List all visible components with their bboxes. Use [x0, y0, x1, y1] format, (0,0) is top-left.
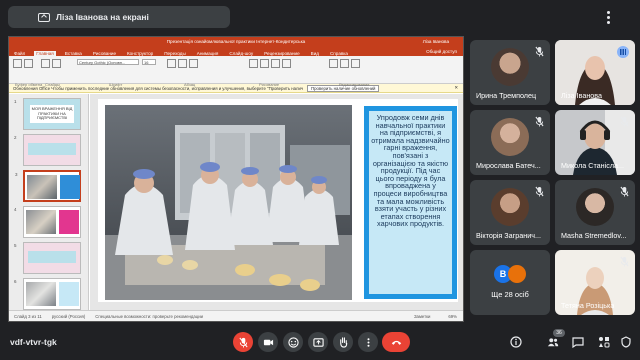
- participant-name: Вікторія Загранич...: [476, 231, 541, 240]
- font-size-field[interactable]: 16: [142, 59, 156, 65]
- participant-tile[interactable]: Мирослава Батеч...: [470, 110, 550, 175]
- ribbon-tabs: Файл Главная Вставка Рисование Конструктор Пе…: [9, 48, 463, 56]
- window-title: Презентація ознайомлювальної практики Ін…: [166, 39, 306, 44]
- avatar: [491, 188, 529, 226]
- new-slide-button[interactable]: [41, 59, 63, 68]
- camera-icon: [263, 339, 273, 345]
- more-vert-icon: [366, 337, 370, 347]
- slide-thumb-4[interactable]: 4: [14, 206, 81, 238]
- participant-tile-active-speaker[interactable]: Ліза Іванова: [555, 40, 635, 105]
- slide-counter: Слайд 3 из 11: [14, 313, 42, 319]
- slide-thumb-1[interactable]: 1 МОЯ ВРАЖЕННЯ ВІД ПРАКТИКИ НА ПІДПРИЄМС…: [14, 98, 81, 130]
- present-screen-button[interactable]: [308, 332, 328, 352]
- mic-off-icon: [535, 116, 544, 127]
- powerpoint-titlebar: Презентація ознайомлювальної практики Ін…: [9, 37, 463, 48]
- accessibility-status[interactable]: Специальные возможности: проверьте реком…: [95, 314, 203, 319]
- mic-off-icon: [535, 186, 544, 197]
- present-screen-icon: [312, 337, 324, 347]
- avatar: [491, 48, 529, 86]
- mic-off-icon: [620, 256, 629, 267]
- raise-hand-button[interactable]: [333, 332, 353, 352]
- paragraph-tools[interactable]: [167, 59, 200, 68]
- presenting-label: Ліза Іванова на екрані: [56, 12, 149, 22]
- participant-name: Мирослава Батеч...: [476, 161, 541, 170]
- slide-thumbnails: 1 МОЯ ВРАЖЕННЯ ВІД ПРАКТИКИ НА ПІДПРИЄМС…: [9, 94, 89, 312]
- slide-photo: [105, 105, 352, 300]
- participant-name: Masha Stremedlov...: [561, 231, 627, 240]
- participant-name: Микола Станісла...: [561, 161, 624, 170]
- ribbon: Century Gothic (Основн... 16 Буфер обмен…: [9, 56, 463, 87]
- phone-hangup-icon: [391, 340, 401, 345]
- notes-button[interactable]: Заметки: [414, 314, 430, 319]
- people-button[interactable]: 36: [533, 326, 573, 360]
- hand-icon: [339, 336, 347, 348]
- mic-off-icon: [620, 116, 629, 127]
- close-icon[interactable]: ✕: [454, 85, 458, 91]
- participant-name: Ирина Тремполец: [476, 91, 537, 100]
- current-slide[interactable]: Упродовж семи днів навчальної практики н…: [98, 99, 458, 302]
- activities-icon[interactable]: [598, 336, 610, 348]
- user-name: Ліза Іванова: [422, 39, 449, 44]
- font-name-field[interactable]: Century Gothic (Основн...: [77, 59, 139, 65]
- avatar: [491, 118, 529, 156]
- participant-tile[interactable]: Ирина Тремполец: [470, 40, 550, 105]
- meeting-code: vdf-vtvr-tgk: [10, 337, 57, 347]
- host-controls-icon[interactable]: [620, 336, 632, 348]
- more-options-button[interactable]: [358, 332, 378, 352]
- slide-body-text: Упродовж семи днів навчальної практики н…: [369, 111, 452, 294]
- participant-tile[interactable]: Вікторія Загранич...: [470, 180, 550, 245]
- slide-editing-pane: Упродовж семи днів навчальної практики н…: [90, 94, 463, 312]
- participant-tile[interactable]: Тетяна Розіцька: [555, 250, 635, 315]
- top-bar: Ліза Іванова на екрані: [0, 0, 640, 34]
- more-participants-label: Ще 28 осіб: [491, 290, 529, 299]
- mic-off-icon: [535, 46, 544, 57]
- language-status: русский (Россия): [51, 313, 86, 319]
- participant-name: Ліза Іванова: [561, 91, 603, 100]
- speaking-indicator-icon: [617, 46, 629, 58]
- presenting-indicator[interactable]: Ліза Іванова на екрані: [8, 6, 230, 28]
- editing-tools[interactable]: [329, 59, 362, 68]
- slide-thumb-2[interactable]: 2: [14, 134, 81, 166]
- people-icon: [547, 338, 559, 347]
- more-options-icon[interactable]: [607, 11, 610, 24]
- bottom-control-bar: vdf-vtvr-tgk 36: [0, 326, 640, 360]
- zoom-level[interactable]: 69%: [448, 314, 457, 319]
- end-call-button[interactable]: [382, 332, 410, 352]
- shared-screen: Презентація ознайомлювальної практики Ін…: [8, 36, 464, 322]
- participant-tile[interactable]: Masha Stremedlov...: [555, 180, 635, 245]
- slide-thumb-6[interactable]: 6: [14, 278, 81, 310]
- participant-badge-photo: [508, 265, 526, 283]
- participant-name: Тетяна Розіцька: [561, 301, 615, 310]
- present-screen-icon: [38, 12, 50, 22]
- reactions-button[interactable]: [283, 332, 303, 352]
- participant-tile[interactable]: Микола Станісла...: [555, 110, 635, 175]
- slide-thumb-5[interactable]: 5: [14, 242, 81, 274]
- more-participants-tile[interactable]: B Ще 28 осіб: [470, 250, 550, 315]
- mic-off-icon: [238, 337, 248, 348]
- slide-text-box[interactable]: Упродовж семи днів навчальної практики н…: [364, 106, 457, 299]
- paste-button[interactable]: [13, 59, 35, 68]
- update-message-bar: Обновления Office Чтобы применить послед…: [9, 84, 463, 93]
- participant-badges: B: [490, 265, 530, 285]
- drawing-tools[interactable]: [249, 59, 293, 68]
- chat-icon[interactable]: [572, 336, 584, 348]
- mic-off-icon: [620, 186, 629, 197]
- avatar: [576, 188, 614, 226]
- camera-toggle-button[interactable]: [258, 332, 278, 352]
- slide-thumb-3[interactable]: 3: [15, 170, 81, 202]
- info-icon[interactable]: [510, 336, 522, 348]
- emoji-icon: [287, 336, 299, 348]
- status-bar: Слайд 3 из 11 русский (Россия) Специальн…: [9, 310, 463, 321]
- mic-toggle-button[interactable]: [233, 332, 253, 352]
- share-button[interactable]: Общий доступ: [426, 49, 457, 54]
